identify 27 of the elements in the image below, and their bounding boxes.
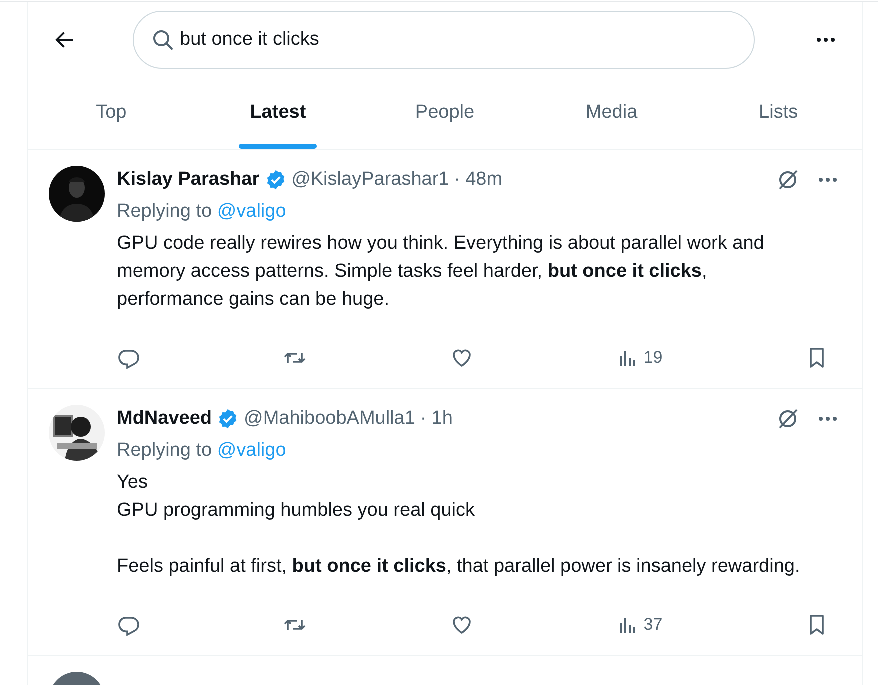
post-text: Yes GPU programming humbles you real quick [117, 471, 476, 523]
tab[interactable]: Lists [695, 77, 862, 149]
more-button[interactable] [818, 177, 838, 183]
tab[interactable]: Top [28, 77, 195, 149]
author-name[interactable]: MdNaveed [117, 408, 212, 430]
more-icon [818, 416, 838, 422]
author-handle[interactable]: @KislayParashar1 [292, 169, 450, 191]
author-handle[interactable]: @MahiboobAMulla1 [244, 408, 416, 430]
search-field[interactable]: but once it clicks [133, 10, 755, 68]
post-text: Feels painful at first, but once it clicks, that parallel power is insanely rewarding. [117, 555, 802, 579]
post-time[interactable]: 1h [432, 408, 453, 430]
replying-label: Replying to [117, 201, 212, 222]
more-icon [818, 177, 838, 183]
tab[interactable]: Latest [194, 77, 362, 149]
search-icon [151, 28, 175, 52]
author-name[interactable]: Kislay Parashar [117, 169, 260, 191]
post-text: GPU code really rewires how you think. Everything is about parallel work and memory access patterns. Simple tasks feel harder, but once it clicks, performance gains can be huge. [117, 232, 766, 312]
tab[interactable]: People [362, 77, 528, 149]
more-button[interactable] [818, 416, 838, 422]
tab[interactable]: Media [528, 77, 696, 149]
views-count[interactable]: 37 [616, 613, 663, 637]
post-time[interactable]: 48m [466, 169, 503, 191]
more-icon [816, 36, 836, 42]
separator-dot: · [454, 169, 461, 191]
views-count[interactable]: 19 [616, 346, 663, 370]
replying-label: Replying to [117, 440, 212, 461]
separator-dot: · [420, 408, 427, 430]
